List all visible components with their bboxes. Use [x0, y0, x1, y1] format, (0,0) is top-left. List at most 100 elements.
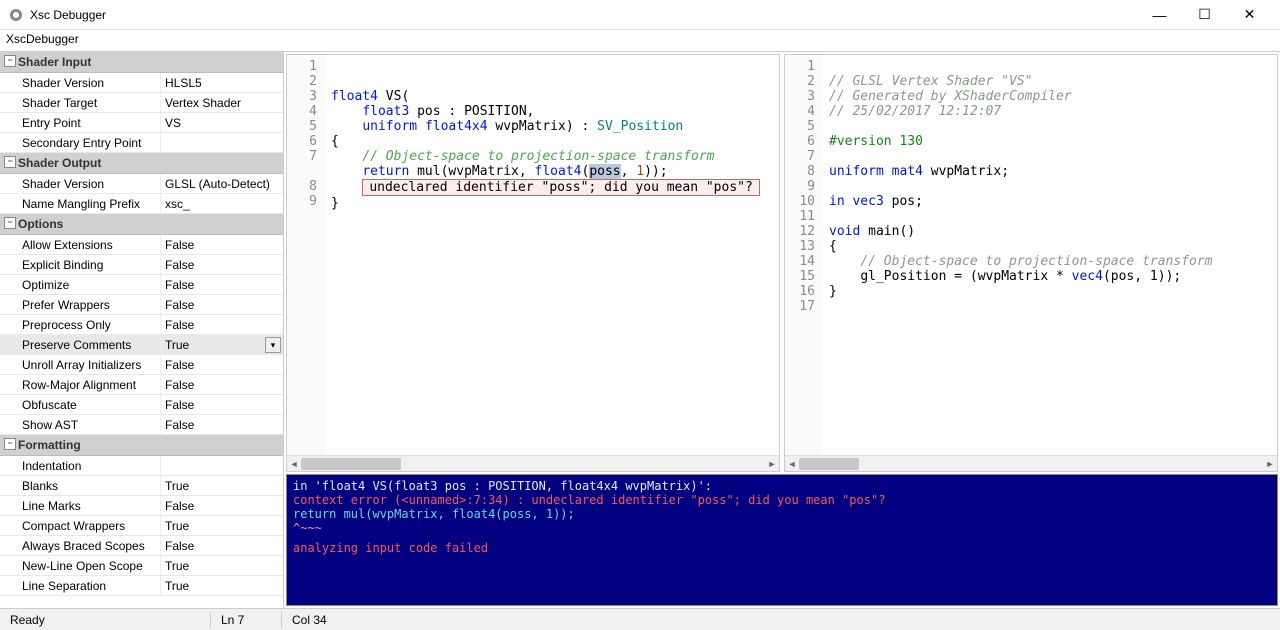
property-value[interactable]: False	[160, 375, 283, 394]
property-row[interactable]: Unroll Array InitializersFalse	[0, 355, 283, 375]
console-line: analyzing input code failed	[293, 541, 1271, 555]
property-value[interactable]: VS	[160, 113, 283, 132]
property-row[interactable]: New-Line Open ScopeTrue	[0, 556, 283, 576]
property-label: Obfuscate	[0, 398, 160, 412]
code-content[interactable]: // GLSL Vertex Shader "VS" // Generated …	[823, 55, 1277, 455]
property-row[interactable]: Shader VersionHLSL5	[0, 73, 283, 93]
property-value[interactable]: False	[160, 355, 283, 374]
output-editor[interactable]: 1 2 3 4 5 6 7 8 9 10 11 12 13 14 15 16 1…	[784, 54, 1278, 472]
property-row[interactable]: Shader VersionGLSL (Auto-Detect)	[0, 174, 283, 194]
dropdown-arrow-icon[interactable]: ▾	[265, 337, 281, 353]
property-row[interactable]: Allow ExtensionsFalse	[0, 235, 283, 255]
property-label: Prefer Wrappers	[0, 298, 160, 312]
property-row[interactable]: Name Mangling Prefixxsc_	[0, 194, 283, 214]
property-row[interactable]: Row-Major AlignmentFalse	[0, 375, 283, 395]
horizontal-scrollbar[interactable]: ◄ ►	[287, 455, 779, 471]
property-row[interactable]: Preprocess OnlyFalse	[0, 315, 283, 335]
property-row[interactable]: Compact WrappersTrue	[0, 516, 283, 536]
property-value[interactable]: True	[160, 476, 283, 495]
property-row[interactable]: Show ASTFalse	[0, 415, 283, 435]
property-group-header[interactable]: Options	[0, 214, 283, 235]
console-line: context error (<unnamed>:7:34) : undecla…	[293, 493, 1271, 507]
property-row[interactable]: Line SeparationTrue	[0, 576, 283, 596]
property-row[interactable]: Shader TargetVertex Shader	[0, 93, 283, 113]
property-label: Allow Extensions	[0, 238, 160, 252]
property-value[interactable]: False	[160, 496, 283, 515]
window-title: Xsc Debugger	[30, 8, 1137, 22]
property-group-header[interactable]: Shader Output	[0, 153, 283, 174]
property-row[interactable]: Entry PointVS	[0, 113, 283, 133]
property-value[interactable]: True	[160, 556, 283, 575]
property-value[interactable]: False	[160, 235, 283, 254]
property-grid[interactable]: Shader InputShader VersionHLSL5Shader Ta…	[0, 52, 284, 608]
title-bar: Xsc Debugger — ☐ ✕	[0, 0, 1280, 30]
property-value[interactable]: False	[160, 275, 283, 294]
property-value[interactable]: Vertex Shader	[160, 93, 283, 112]
property-value[interactable]: HLSL5	[160, 73, 283, 92]
property-value[interactable]: xsc_	[160, 194, 283, 213]
property-value[interactable]: True	[160, 576, 283, 595]
status-bar: Ready Ln 7 Col 34	[0, 608, 1280, 630]
property-label: Shader Version	[0, 76, 160, 90]
line-gutter: 1 2 3 4 5 6 7 8 9	[287, 55, 325, 455]
scroll-left-arrow[interactable]: ◄	[287, 456, 301, 472]
property-label: Shader Version	[0, 177, 160, 191]
scroll-right-arrow[interactable]: ►	[765, 456, 779, 472]
property-label: Indentation	[0, 459, 160, 473]
property-label: Secondary Entry Point	[0, 136, 160, 150]
property-value[interactable]: True▾	[160, 335, 283, 354]
property-group-header[interactable]: Shader Input	[0, 52, 283, 73]
status-col: Col 34	[282, 613, 337, 627]
line-gutter: 1 2 3 4 5 6 7 8 9 10 11 12 13 14 15 16 1…	[785, 55, 823, 455]
property-row[interactable]: Always Braced ScopesFalse	[0, 536, 283, 556]
property-value[interactable]: False	[160, 415, 283, 434]
property-label: Compact Wrappers	[0, 519, 160, 533]
property-label: Optimize	[0, 278, 160, 292]
close-button[interactable]: ✕	[1227, 1, 1272, 29]
property-row[interactable]: OptimizeFalse	[0, 275, 283, 295]
property-row[interactable]: Prefer WrappersFalse	[0, 295, 283, 315]
property-row[interactable]: Preserve CommentsTrue▾	[0, 335, 283, 355]
horizontal-scrollbar[interactable]: ◄ ►	[785, 455, 1277, 471]
property-value[interactable]: False	[160, 295, 283, 314]
property-label: Always Braced Scopes	[0, 539, 160, 553]
property-value[interactable]: False	[160, 536, 283, 555]
property-label: Explicit Binding	[0, 258, 160, 272]
error-tooltip: undeclared identifier "poss"; did you me…	[362, 179, 760, 196]
property-value[interactable]: False	[160, 315, 283, 334]
scroll-thumb[interactable]	[799, 458, 859, 470]
property-row[interactable]: Indentation	[0, 456, 283, 476]
property-label: Shader Target	[0, 96, 160, 110]
property-row[interactable]: Explicit BindingFalse	[0, 255, 283, 275]
property-row[interactable]: Secondary Entry Point	[0, 133, 283, 153]
source-editor[interactable]: 1 2 3 4 5 6 7 8 9 float4 VS( float3 pos …	[286, 54, 780, 472]
property-value[interactable]: GLSL (Auto-Detect)	[160, 174, 283, 193]
console-line: return mul(wvpMatrix, float4(poss, 1));	[293, 507, 1271, 521]
property-value[interactable]: True	[160, 516, 283, 535]
property-label: Blanks	[0, 479, 160, 493]
console-line: in 'float4 VS(float3 pos : POSITION, flo…	[293, 479, 1271, 493]
property-value[interactable]: False	[160, 255, 283, 274]
menu-item[interactable]: XscDebugger	[6, 32, 79, 46]
status-ready: Ready	[0, 613, 210, 627]
property-row[interactable]: Line MarksFalse	[0, 496, 283, 516]
status-line: Ln 7	[211, 613, 281, 627]
property-label: New-Line Open Scope	[0, 559, 160, 573]
property-value[interactable]	[160, 133, 283, 152]
property-label: Entry Point	[0, 116, 160, 130]
property-value[interactable]: False	[160, 395, 283, 414]
output-console[interactable]: in 'float4 VS(float3 pos : POSITION, flo…	[286, 474, 1278, 606]
property-group-header[interactable]: Formatting	[0, 435, 283, 456]
scroll-left-arrow[interactable]: ◄	[785, 456, 799, 472]
menu-bar[interactable]: XscDebugger	[0, 30, 1280, 52]
scroll-thumb[interactable]	[301, 458, 401, 470]
property-row[interactable]: ObfuscateFalse	[0, 395, 283, 415]
code-content[interactable]: float4 VS( float3 pos : POSITION, unifor…	[325, 55, 779, 455]
property-row[interactable]: BlanksTrue	[0, 476, 283, 496]
maximize-button[interactable]: ☐	[1182, 1, 1227, 29]
property-value[interactable]	[160, 456, 283, 475]
console-line: ^~~~	[293, 521, 1271, 535]
minimize-button[interactable]: —	[1137, 1, 1182, 29]
scroll-right-arrow[interactable]: ►	[1263, 456, 1277, 472]
property-label: Preprocess Only	[0, 318, 160, 332]
